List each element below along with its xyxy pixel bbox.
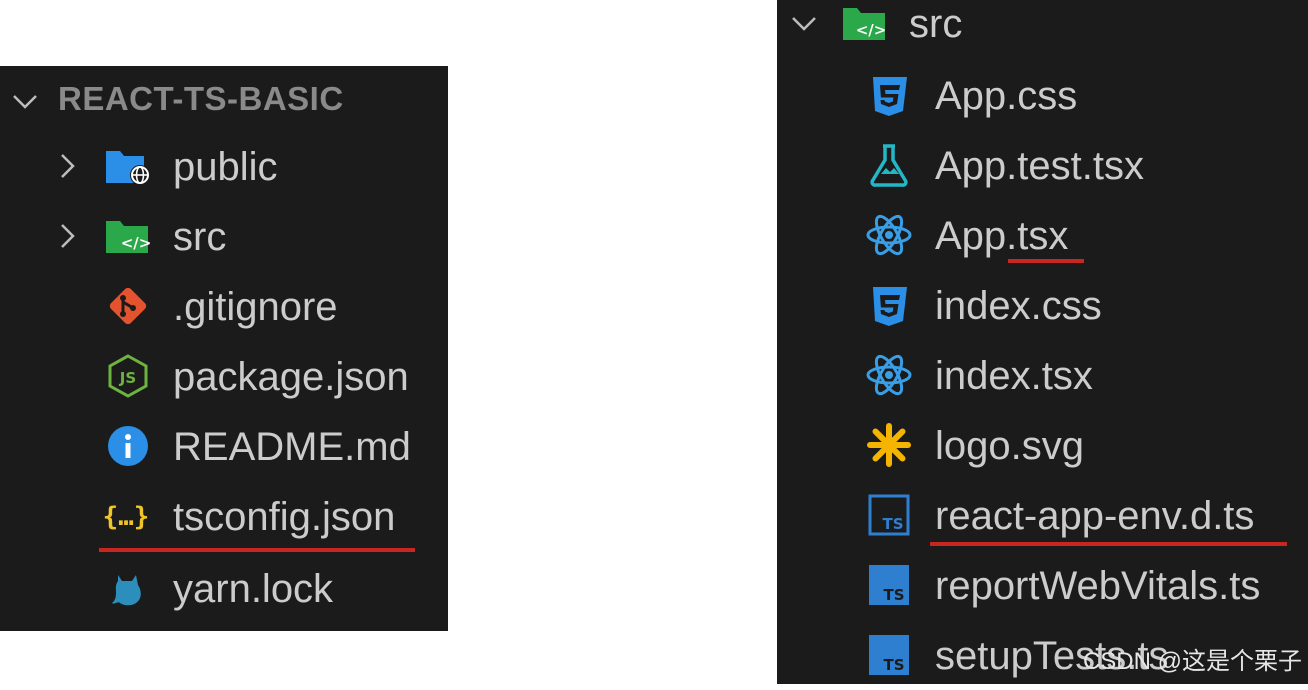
tree-item-label: src <box>173 215 227 259</box>
tree-item-index-css[interactable]: index.css <box>777 270 1308 340</box>
tree-item-react-app-env[interactable]: TS react-app-env.d.ts <box>777 480 1308 550</box>
tree-item-app-css[interactable]: App.css <box>777 60 1308 130</box>
tree-item-index-tsx[interactable]: index.tsx <box>777 340 1308 410</box>
css-icon <box>865 71 913 119</box>
tree-item-label: yarn.lock <box>173 567 334 611</box>
ts-outline-icon: TS <box>865 491 913 539</box>
svg-text:</>: </> <box>856 21 887 39</box>
tree-item-src-expanded[interactable]: </> src <box>777 0 1308 58</box>
svg-text:{…}: {…} <box>103 502 150 532</box>
svg-text:</>: </> <box>121 234 152 252</box>
tree-item-label: index.css <box>935 284 1102 328</box>
tree-item-label: public <box>173 145 278 189</box>
chevron-right-icon[interactable] <box>52 221 82 251</box>
react-icon <box>865 351 913 399</box>
tree-item-label: logo.svg <box>935 424 1084 468</box>
svg-text:TS: TS <box>882 515 903 533</box>
yarn-cat-icon <box>104 564 152 612</box>
annotation-underline <box>930 542 1287 546</box>
explorer-root-label: REACT-TS-BASIC <box>58 80 344 117</box>
tree-item-label: App.test.tsx <box>935 144 1144 188</box>
ts-icon: TS <box>865 561 913 609</box>
annotation-underline <box>99 548 415 552</box>
tree-item-label: .gitignore <box>173 285 338 329</box>
tree-item-tsconfig[interactable]: {…} tsconfig.json <box>0 481 448 551</box>
info-icon <box>104 422 152 470</box>
svg-text:JS: JS <box>119 369 136 387</box>
chevron-down-icon[interactable] <box>789 8 819 38</box>
tree-item-src[interactable]: </> src <box>0 201 448 271</box>
chevron-right-icon[interactable] <box>52 151 82 181</box>
tree-item-app-test-tsx[interactable]: App.test.tsx <box>777 130 1308 200</box>
tree-item-logo-svg[interactable]: logo.svg <box>777 410 1308 480</box>
public-folder-icon <box>104 142 152 190</box>
tree-item-label: README.md <box>173 425 411 469</box>
json-braces-icon: {…} <box>102 492 150 540</box>
tree-item-report-web-vitals[interactable]: TS reportWebVitals.ts <box>777 550 1308 620</box>
src-folder-icon: </> <box>104 212 152 260</box>
tree-item-label: reportWebVitals.ts <box>935 564 1261 608</box>
git-icon <box>104 282 152 330</box>
watermark: CSDN @这是个栗子 <box>1082 648 1302 675</box>
react-icon <box>865 211 913 259</box>
svg-asterisk-icon <box>865 421 913 469</box>
nodejs-icon: JS <box>104 352 152 400</box>
ts-icon: TS <box>865 631 913 679</box>
tree-item-readme[interactable]: README.md <box>0 411 448 481</box>
tree-item-yarn-lock[interactable]: yarn.lock <box>0 553 448 623</box>
tree-item-label: tsconfig.json <box>173 495 396 539</box>
tree-item-label: App.css <box>935 74 1078 118</box>
left-explorer-panel: REACT-TS-BASIC public </> src .gitignore… <box>0 66 448 631</box>
tree-item-package-json[interactable]: JS package.json <box>0 341 448 411</box>
svg-text:TS: TS <box>883 656 904 674</box>
tree-item-label: package.json <box>173 355 409 399</box>
css-icon <box>865 281 913 329</box>
right-explorer-panel: </> src App.css App.test.tsx App.tsx ind… <box>777 0 1308 684</box>
test-flask-icon <box>865 141 913 189</box>
tree-item-label: App.tsx <box>935 214 1069 258</box>
annotation-underline <box>1008 259 1084 263</box>
tree-item-public[interactable]: public <box>0 131 448 201</box>
tree-item-label: react-app-env.d.ts <box>935 494 1255 538</box>
svg-text:TS: TS <box>883 586 904 604</box>
tree-item-gitignore[interactable]: .gitignore <box>0 271 448 341</box>
tree-item-label: src <box>909 2 963 46</box>
explorer-root-row[interactable]: REACT-TS-BASIC <box>0 66 448 136</box>
chevron-down-icon[interactable] <box>10 86 40 116</box>
src-folder-open-icon: </> <box>841 0 889 47</box>
tree-item-label: index.tsx <box>935 354 1093 398</box>
